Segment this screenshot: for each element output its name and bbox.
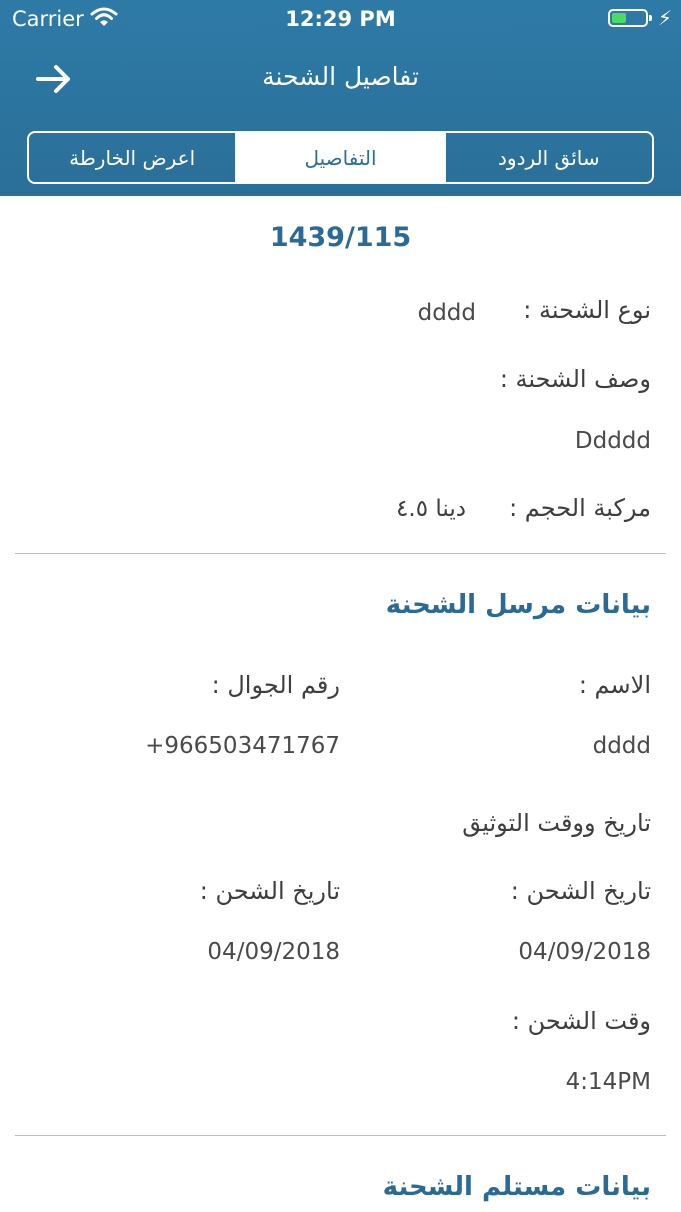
- page-title: تفاصيل الشحنة: [262, 62, 419, 91]
- shipment-type-label: نوع الشحنة :: [523, 296, 651, 324]
- sender-phone-value[interactable]: +966503471767: [145, 733, 340, 759]
- divider: [15, 553, 666, 554]
- battery-icon: [608, 9, 652, 27]
- sender-name-value: dddd: [592, 733, 651, 759]
- vehicle-size-value: دينا ٤.٥: [396, 496, 466, 522]
- shipment-number: 1439/115: [269, 222, 412, 253]
- ship-date-label: تاريخ الشحن :: [510, 877, 651, 905]
- ship-date-value-secondary: 04/09/2018: [207, 939, 340, 965]
- sender-phone-label: رقم الجوال :: [211, 671, 340, 699]
- ship-date-label-secondary: تاريخ الشحن :: [199, 877, 340, 905]
- status-time: 12:29 PM: [285, 7, 396, 31]
- tab-show-map[interactable]: اعرض الخارطة: [29, 133, 235, 182]
- ship-time-value: 4:14PM: [565, 1069, 651, 1095]
- tab-details[interactable]: التفاصيل: [235, 133, 444, 182]
- ship-time-label: وقت الشحن :: [511, 1007, 651, 1035]
- ship-date-value: 04/09/2018: [518, 939, 651, 965]
- segmented-control: اعرض الخارطة التفاصيل سائق الردود: [27, 131, 654, 184]
- shipment-description-label: وصف الشحنة :: [499, 365, 651, 393]
- navigation-bar: تفاصيل الشحنة: [0, 40, 681, 117]
- documentation-heading: تاريخ ووقت التوثيق: [462, 809, 651, 837]
- sender-name-label: الاسم :: [578, 671, 651, 699]
- tab-driver-replies[interactable]: سائق الردود: [443, 133, 652, 182]
- receiver-section-title: بيانات مستلم الشحنة: [382, 1172, 651, 1202]
- vehicle-size-label: مركبة الحجم :: [509, 494, 651, 522]
- shipment-type-value: dddd: [417, 300, 476, 326]
- header: Carrier 12:29 PM ⚡ تفاصيل الشحنة اعرض ال…: [0, 0, 681, 196]
- sender-section-title: بيانات مرسل الشحنة: [385, 590, 651, 620]
- status-bar: Carrier 12:29 PM ⚡: [0, 0, 681, 40]
- charging-bolt-icon: ⚡: [658, 6, 673, 30]
- divider: [15, 1135, 666, 1136]
- shipment-description-value: Ddddd: [574, 428, 651, 454]
